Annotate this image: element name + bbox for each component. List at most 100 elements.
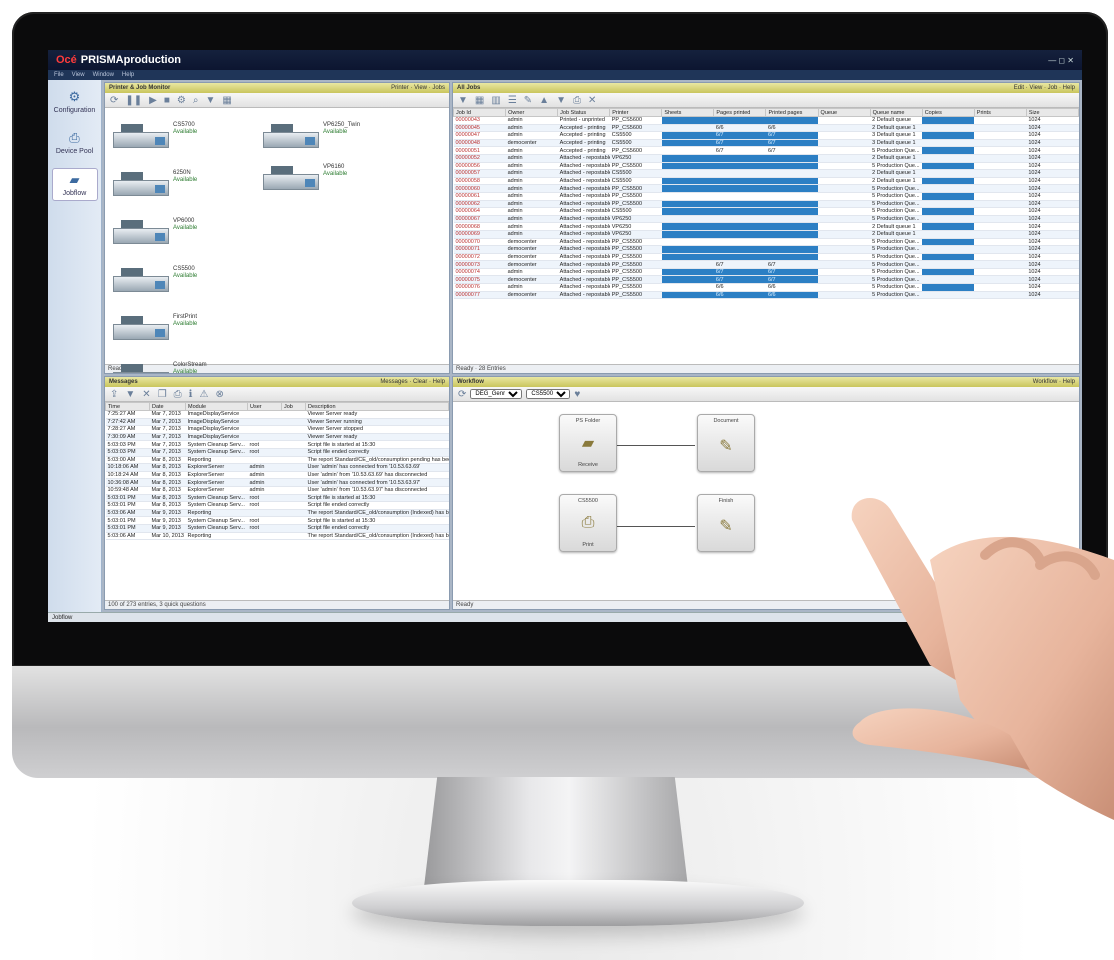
column-header[interactable]: Copies: [921, 108, 975, 117]
column-header[interactable]: User: [247, 402, 282, 411]
column-header[interactable]: Queue name: [869, 108, 923, 117]
table-row[interactable]: 7:27:42 AM Mar 7, 2013 ImageDisplayService…: [105, 418, 449, 427]
table-row[interactable]: 7:25:27 AM Mar 7, 2013 ImageDisplayService…: [105, 410, 449, 419]
printer-item[interactable]: FirstPrint Available: [113, 314, 197, 340]
table-row[interactable]: 00000062 admin Attached - repostable PP_CS5…: [453, 200, 1079, 209]
nav-jobflow[interactable]: ▰ Jobflow: [51, 168, 98, 201]
table-row[interactable]: 5:03:03 PM Mar 7, 2013 System Cleanup Serv…: [105, 448, 449, 457]
print-icon[interactable]: ⎙: [573, 95, 581, 106]
column-header[interactable]: Sheets: [661, 108, 715, 117]
view-icon[interactable]: ▦: [222, 95, 231, 106]
info-icon[interactable]: ℹ: [189, 389, 193, 400]
refresh-icon[interactable]: ⟳: [110, 95, 118, 106]
menu-item-view[interactable]: View: [72, 72, 85, 78]
workflow-printer-select[interactable]: CS5500: [526, 389, 571, 399]
column-header[interactable]: Printed pages: [765, 108, 819, 117]
table-row[interactable]: 00000075 democenter Attached - repostable P…: [453, 275, 1079, 285]
workflow-node[interactable]: CS5500 ⎙ Print: [559, 494, 617, 552]
printer-item[interactable]: VP6250_Twin Available: [263, 122, 360, 148]
table-row[interactable]: 10:59:48 AM Mar 8, 2013 ExplorerServer admi…: [105, 486, 449, 495]
table-row[interactable]: 00000045 admin Accepted - printing PP_CS560…: [453, 124, 1079, 133]
printer-item[interactable]: CS5500 Available: [113, 266, 197, 292]
column-header[interactable]: Job: [281, 402, 306, 411]
table-row[interactable]: 00000076 admin Attached - repostable PP_CS5…: [453, 283, 1079, 292]
copy-icon[interactable]: ❐: [158, 389, 167, 400]
printer-pane-links[interactable]: Printer · View · Jobs: [391, 85, 445, 91]
table-row[interactable]: 00000051 admin Accepted - printing PP_CS560…: [453, 146, 1079, 155]
printer-item[interactable]: VP6160 Available: [263, 164, 347, 190]
workflow-node[interactable]: PS Folder ▰ Receive: [559, 414, 617, 472]
column-header[interactable]: Owner: [505, 108, 559, 117]
filter-icon[interactable]: ▼: [125, 389, 135, 400]
menu-item-file[interactable]: File: [54, 72, 64, 78]
table-row[interactable]: 5:03:01 PM Mar 9, 2013 System Cleanup Serv…: [105, 524, 449, 533]
table-row[interactable]: 5:03:06 AM Mar 9, 2013 Reporting The report…: [105, 509, 449, 518]
table-row[interactable]: 00000068 admin Attached - repostable VP6250…: [453, 222, 1079, 231]
printer-item[interactable]: VP6000 Available: [113, 218, 197, 244]
table-row[interactable]: 00000043 admin Printed - unprinted PP_CS560…: [453, 116, 1079, 125]
table-row[interactable]: 5:03:01 PM Mar 8, 2013 System Cleanup Serv…: [105, 494, 449, 503]
play-icon[interactable]: ▶: [149, 95, 157, 106]
window-controls[interactable]: — ◻ ✕: [1048, 56, 1074, 65]
settings-icon[interactable]: ⚙: [177, 95, 186, 106]
table-row[interactable]: 00000074 admin Attached - repostable PP_CS5…: [453, 268, 1079, 277]
table-row[interactable]: 00000067 admin Attached - repostable VP6250…: [453, 215, 1079, 224]
column-header[interactable]: Pages printed: [713, 108, 767, 117]
delete-icon[interactable]: ✕: [588, 95, 596, 106]
table-row[interactable]: 5:03:01 PM Mar 9, 2013 System Cleanup Serv…: [105, 516, 449, 525]
table-row[interactable]: 00000069 admin Attached - repostable VP6250…: [453, 230, 1079, 239]
table-row[interactable]: 10:18:06 AM Mar 8, 2013 ExplorerServer admi…: [105, 463, 449, 472]
column-header[interactable]: Job Id: [453, 108, 507, 117]
workflow-pane-links[interactable]: Workflow · Help: [1033, 379, 1075, 385]
printer-item[interactable]: ColorStream Available: [113, 362, 207, 373]
column-header[interactable]: Date: [149, 402, 186, 411]
table-row[interactable]: 7:28:27 AM Mar 7, 2013 ImageDisplayService…: [105, 425, 449, 434]
workflow-node[interactable]: Document ✎: [697, 414, 755, 472]
column-header[interactable]: Time: [105, 402, 150, 411]
column-header[interactable]: Prints: [973, 108, 1027, 117]
pause-icon[interactable]: ❚❚: [125, 95, 142, 106]
workflow-node[interactable]: Finish ✎: [697, 494, 755, 552]
refresh-icon[interactable]: ⟳: [458, 389, 466, 400]
list-icon[interactable]: ☰: [508, 95, 517, 106]
table-row[interactable]: 00000056 admin Attached - repostable PP_CS5…: [453, 162, 1079, 171]
table-row[interactable]: 00000077 democenter Attached - repostable P…: [453, 291, 1079, 300]
table-row[interactable]: 10:36:08 AM Mar 8, 2013 ExplorerServer admi…: [105, 478, 449, 487]
table-row[interactable]: 5:03:01 PM Mar 8, 2013 System Cleanup Serv…: [105, 501, 449, 510]
column-header[interactable]: Size: [1025, 108, 1079, 117]
table-row[interactable]: 10:18:24 AM Mar 8, 2013 ExplorerServer admi…: [105, 471, 449, 480]
filter-icon[interactable]: ▼: [458, 95, 468, 106]
table-row[interactable]: 7:30:09 AM Mar 7, 2013 ImageDisplayService…: [105, 433, 449, 442]
table-row[interactable]: 00000064 admin Attached - repostable CS5500…: [453, 207, 1079, 216]
table-row[interactable]: 5:03:03 PM Mar 7, 2013 System Cleanup Serv…: [105, 440, 449, 449]
jobs-pane-links[interactable]: Edit · View · Job · Help: [1014, 85, 1075, 91]
column-header[interactable]: Description: [305, 402, 449, 411]
edit-icon[interactable]: ✎: [524, 95, 532, 106]
warning-icon[interactable]: ⚠: [199, 389, 208, 400]
nav-device-pool[interactable]: ⎙ Device Pool: [52, 127, 98, 158]
print-icon[interactable]: ⎙: [174, 389, 182, 400]
table-row[interactable]: 00000048 democenter Accepted - printing CS5…: [453, 139, 1079, 148]
table-row[interactable]: 00000070 democenter Attached - repostable P…: [453, 238, 1079, 247]
table-row[interactable]: 00000047 admin Accepted - printing CS5500 6/…: [453, 131, 1079, 140]
table-row[interactable]: 00000072 democenter Attached - repostable P…: [453, 253, 1079, 262]
printer-item[interactable]: 6250N Available: [113, 170, 197, 196]
move-down-icon[interactable]: ▼: [556, 95, 566, 106]
columns-icon[interactable]: ▥: [491, 95, 500, 106]
search-icon[interactable]: ⌕: [193, 95, 199, 106]
table-row[interactable]: 5:03:06 AM Mar 10, 2013 Reporting The repor…: [105, 532, 449, 541]
table-row[interactable]: 00000058 admin Attached - repostable CS5500…: [453, 177, 1079, 186]
menu-item-help[interactable]: Help: [122, 72, 134, 78]
filter-icon[interactable]: ▼: [205, 95, 215, 106]
printer-item[interactable]: CS5700 Available: [113, 122, 197, 148]
column-header[interactable]: Job Status: [557, 108, 611, 117]
error-icon[interactable]: ⊗: [215, 389, 223, 400]
table-row[interactable]: 00000071 democenter Attached - repostable P…: [453, 245, 1079, 254]
table-row[interactable]: 00000061 admin Attached - repostable PP_CS5…: [453, 192, 1079, 201]
column-header[interactable]: Printer: [609, 108, 663, 117]
table-row[interactable]: 00000052 admin Attached - repostable VP6250…: [453, 154, 1079, 163]
grid-icon[interactable]: ▦: [475, 95, 484, 106]
export-icon[interactable]: ⇪: [110, 389, 118, 400]
heart-icon[interactable]: ♥: [574, 389, 580, 400]
stop-icon[interactable]: ■: [164, 95, 170, 106]
